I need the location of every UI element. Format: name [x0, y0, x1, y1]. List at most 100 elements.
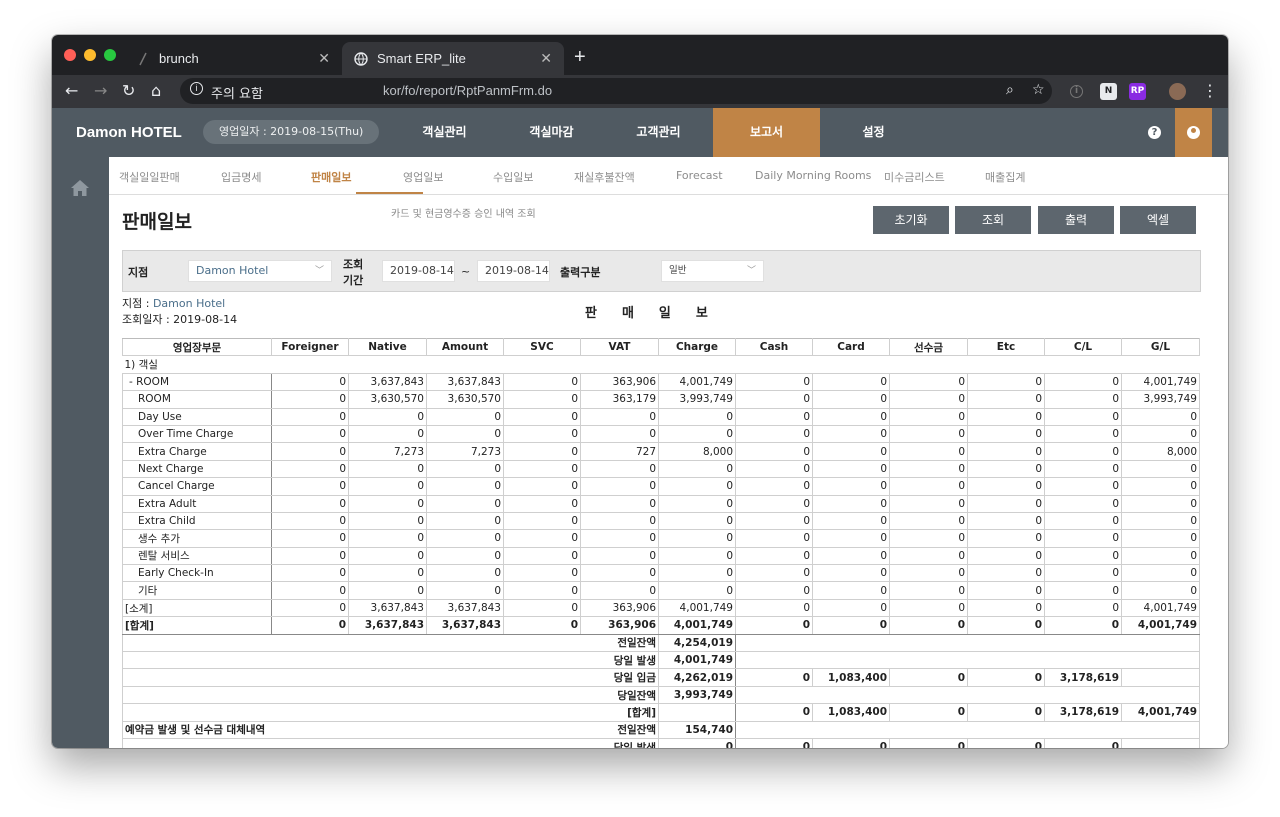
back-arrow-icon[interactable]: ← — [65, 81, 78, 100]
table-cell: 0 — [967, 459, 1045, 479]
close-tab-icon[interactable]: ✕ — [540, 50, 552, 67]
table-row: Next Charge 0 0 0 0 0 0 0 0 0 0 0 0 — [122, 459, 1200, 479]
extension-info-icon[interactable]: i — [1070, 85, 1083, 98]
notion-extension-icon[interactable]: N — [1100, 83, 1117, 100]
reload-icon[interactable]: ↻ — [122, 81, 135, 100]
table-cell: 0 — [658, 407, 736, 426]
excel-button[interactable]: 엑셀 — [1120, 206, 1196, 234]
search-button[interactable]: 조회 — [955, 206, 1031, 234]
zoom-icon[interactable]: ⌕ — [1006, 82, 1014, 98]
table-cell: 0 — [1044, 407, 1122, 426]
table-cell: 0 — [348, 581, 427, 600]
table-cell: 0 — [1121, 459, 1200, 479]
table-row: - ROOM 0 3,637,843 3,637,843 0 363,906 4,001,7… — [122, 372, 1200, 392]
table-cell: 0 — [1044, 564, 1122, 583]
address-bar[interactable]: i 주의 요함 kor/fo/report/RptPanmFrm.do ⌕ ☆ — [180, 78, 1052, 104]
reset-button[interactable]: 초기화 — [873, 206, 949, 234]
home-button-icon[interactable]: ⌂ — [151, 81, 161, 100]
browser-tab-brunch[interactable]: brunch ✕ — [124, 42, 342, 75]
table-cell: 0 — [889, 668, 968, 687]
table-row: 렌탈 서비스 0 0 0 0 0 0 0 0 0 0 0 0 — [122, 546, 1200, 566]
summary-lead: 당일 발생 — [122, 737, 659, 748]
table-cell — [1121, 737, 1200, 748]
menu-customer-management[interactable]: 고객관리 — [605, 108, 712, 157]
forward-arrow-icon[interactable]: → — [94, 81, 107, 100]
security-warning: 주의 요함 — [211, 87, 263, 102]
table-cell: 0 — [503, 442, 581, 461]
menu-settings[interactable]: 설정 — [820, 108, 927, 157]
summary-label: 전일잔액 — [617, 637, 656, 650]
row-label: [소계] — [122, 598, 272, 618]
help-icon[interactable]: ? — [1148, 126, 1161, 139]
empty-cell — [735, 720, 1200, 739]
table-cell: 0 — [967, 703, 1045, 722]
sub-tab-deposit-statement[interactable]: 입금명세 — [221, 169, 261, 185]
summary-lead: 전일잔액 — [122, 633, 659, 653]
column-header: C/L — [1044, 337, 1122, 357]
table-cell: 0 — [658, 477, 736, 496]
table-row: Early Check-In 0 0 0 0 0 0 0 0 0 0 0 0 — [122, 564, 1200, 583]
table-cell: 0 — [889, 581, 968, 600]
page-title: 판매일보 — [122, 211, 192, 233]
table-cell: 0 — [967, 581, 1045, 600]
table-cell: 3,637,843 — [426, 372, 504, 392]
branch-select[interactable]: Damon Hotel ﹀ — [188, 260, 332, 282]
column-header: 영업장부문 — [122, 337, 272, 357]
url-text[interactable]: kor/fo/report/RptPanmFrm.do — [383, 83, 552, 98]
menu-reports[interactable]: 보고서 — [713, 108, 820, 157]
report-sub-navigation: 객실일일판매 입금명세 판매일보 영업일보 수입일보 재실후불잔액 Foreca… — [109, 157, 1228, 195]
sub-tab-daily-income-report[interactable]: 수입일보 — [493, 169, 533, 185]
table-row: Extra Adult 0 0 0 0 0 0 0 0 0 0 0 0 — [122, 494, 1200, 513]
menu-room-closing[interactable]: 객실마감 — [498, 108, 605, 157]
summary-row: 당일 발생 4,001,749 — [122, 651, 1200, 670]
new-tab-icon[interactable]: + — [574, 46, 586, 69]
table-cell: 0 — [348, 546, 427, 566]
table-cell: 0 — [967, 737, 1045, 748]
date-to-input[interactable]: 2019-08-14 — [477, 260, 550, 282]
close-window-button[interactable] — [64, 49, 76, 61]
table-cell: 0 — [1044, 546, 1122, 566]
sub-tab-daily-sales-report[interactable]: 판매일보 — [311, 169, 351, 185]
print-button[interactable]: 출력 — [1038, 206, 1114, 234]
date-from-input[interactable]: 2019-08-14 — [382, 260, 455, 282]
table-cell: 0 — [1044, 477, 1122, 496]
table-cell: 0 — [503, 477, 581, 496]
sub-tab-sales-summary[interactable]: 매출집계 — [985, 169, 1025, 185]
sub-tab-daily-business-report[interactable]: 영업일보 — [403, 169, 443, 185]
hotel-brand[interactable]: Damon HOTEL — [76, 124, 182, 141]
home-icon[interactable] — [70, 179, 90, 200]
table-row: ROOM 0 3,630,570 3,630,570 0 363,179 3,993,749… — [122, 390, 1200, 409]
table-cell: 0 — [1044, 494, 1122, 513]
maximize-window-button[interactable] — [104, 49, 116, 61]
summary-lead: 예약금 발생 및 선수금 대체내역 전일잔액 — [122, 720, 659, 739]
bookmark-star-icon[interactable]: ☆ — [1032, 82, 1045, 98]
info-icon[interactable]: i — [190, 82, 203, 95]
table-cell: 0 — [348, 477, 427, 496]
sales-report-table: 영업장부문 Foreigner Native Amount SVC VAT Ch… — [122, 337, 1200, 748]
summary-row: 당일잔액 3,993,749 — [122, 685, 1200, 705]
sub-tab-receivables-list[interactable]: 미수금리스트 — [884, 169, 945, 185]
sub-tab-in-house-balance[interactable]: 재실후불잔액 — [574, 169, 635, 185]
table-cell: 4,001,749 — [658, 372, 736, 392]
sub-tab-forecast[interactable]: Forecast — [676, 169, 723, 182]
browser-tab-smart-erp[interactable]: Smart ERP_lite ✕ — [342, 42, 564, 75]
output-type-select[interactable]: 일반 ﹀ — [661, 260, 764, 282]
profile-avatar[interactable] — [1169, 83, 1186, 100]
table-cell: 0 — [967, 390, 1045, 409]
rp-extension-icon[interactable]: RP — [1129, 83, 1146, 100]
table-cell: 0 — [580, 511, 659, 531]
table-cell: 3,637,843 — [426, 598, 504, 618]
sub-tab-daily-room-sales[interactable]: 객실일일판매 — [119, 169, 180, 185]
table-cell: 0 — [735, 407, 813, 426]
window-controls — [64, 49, 116, 61]
sub-tab-daily-morning-rooms[interactable]: Daily Morning Rooms — [755, 169, 871, 182]
column-header: Foreigner — [271, 337, 349, 357]
menu-room-management[interactable]: 객실관리 — [391, 108, 498, 157]
table-cell: 7,273 — [426, 442, 504, 461]
branch-select-value: Damon Hotel — [196, 264, 269, 277]
table-cell: 0 — [658, 529, 736, 548]
user-menu-button[interactable] — [1175, 108, 1212, 157]
minimize-window-button[interactable] — [84, 49, 96, 61]
more-menu-icon[interactable]: ⋮ — [1202, 81, 1218, 100]
close-tab-icon[interactable]: ✕ — [318, 50, 330, 67]
